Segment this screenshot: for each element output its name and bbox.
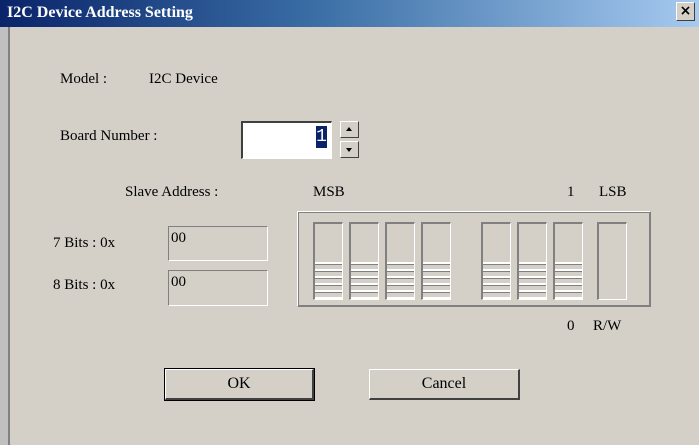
model-value: I2C Device bbox=[149, 71, 218, 87]
slave-address-label: Slave Address : bbox=[125, 184, 219, 200]
dip-switch-knob bbox=[519, 262, 546, 299]
window-frame-left bbox=[0, 27, 10, 445]
model-label: Model : bbox=[60, 71, 108, 87]
lsb-label: LSB bbox=[599, 184, 627, 200]
eight-bits-field: 00 bbox=[168, 270, 268, 306]
dip-switch-bit5[interactable] bbox=[385, 222, 415, 300]
dip-switch-knob bbox=[423, 262, 450, 299]
dip-switch-bit3[interactable] bbox=[481, 222, 511, 300]
board-number-value: 1 bbox=[316, 126, 327, 148]
dip-switch-bit1[interactable] bbox=[553, 222, 583, 300]
spin-down-button[interactable] bbox=[340, 141, 359, 158]
seven-bits-field: 00 bbox=[168, 226, 268, 261]
dip-switch-bit7[interactable] bbox=[313, 222, 343, 300]
window-title: I2C Device Address Setting bbox=[7, 4, 193, 21]
seven-bits-label: 7 Bits : 0x bbox=[53, 235, 116, 251]
dip-switch-knob bbox=[387, 262, 414, 299]
dip-switch-knob bbox=[315, 262, 342, 299]
dip-switch-bit6[interactable] bbox=[349, 222, 379, 300]
ok-button[interactable]: OK bbox=[164, 368, 315, 401]
dip-switch-bit2[interactable] bbox=[517, 222, 547, 300]
dip-switch-knob bbox=[555, 262, 582, 299]
rw-label: R/W bbox=[593, 318, 622, 334]
board-number-label: Board Number : bbox=[60, 128, 158, 144]
title-bar[interactable]: I2C Device Address Setting × bbox=[0, 0, 699, 27]
board-number-input[interactable]: 1 bbox=[241, 121, 332, 159]
top-bit-label: 1 bbox=[567, 184, 575, 200]
close-button[interactable]: × bbox=[676, 2, 695, 21]
dip-switch-rw[interactable] bbox=[597, 222, 627, 300]
dip-switch-bit4[interactable] bbox=[421, 222, 451, 300]
eight-bits-value: 00 bbox=[171, 274, 186, 290]
msb-label: MSB bbox=[313, 184, 345, 200]
dip-switch-knob bbox=[483, 262, 510, 299]
bottom-bit-label: 0 bbox=[567, 318, 575, 334]
dip-switch-knob bbox=[351, 262, 378, 299]
eight-bits-label: 8 Bits : 0x bbox=[53, 277, 116, 293]
seven-bits-value: 00 bbox=[171, 230, 186, 246]
cancel-button[interactable]: Cancel bbox=[369, 369, 520, 400]
spin-up-button[interactable] bbox=[340, 121, 359, 138]
